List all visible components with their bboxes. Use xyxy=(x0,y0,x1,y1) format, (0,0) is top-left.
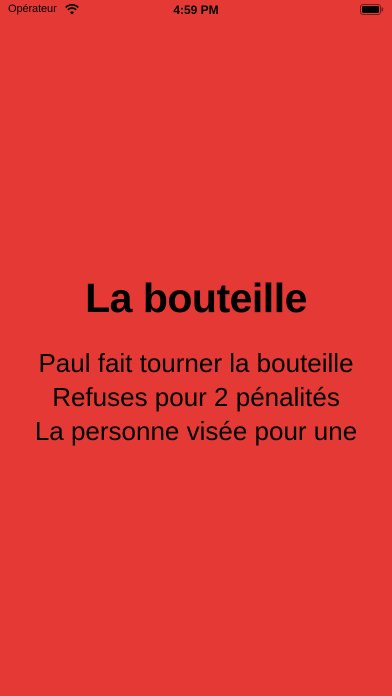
instruction-line: Paul fait tourner la bouteille xyxy=(38,348,354,378)
game-card[interactable]: La bouteille Paul fait tourner la boutei… xyxy=(0,272,392,448)
game-title: La bouteille xyxy=(85,275,307,321)
instruction-line: La personne visée pour une xyxy=(34,416,358,446)
instruction-line: Refuses pour 2 pénalités xyxy=(52,382,340,412)
battery-icon xyxy=(360,4,384,15)
status-bar: Opérateur 4:59 PM xyxy=(0,0,392,22)
game-instructions: Paul fait tourner la bouteille Refuses p… xyxy=(0,346,392,448)
status-time: 4:59 PM xyxy=(173,3,219,17)
